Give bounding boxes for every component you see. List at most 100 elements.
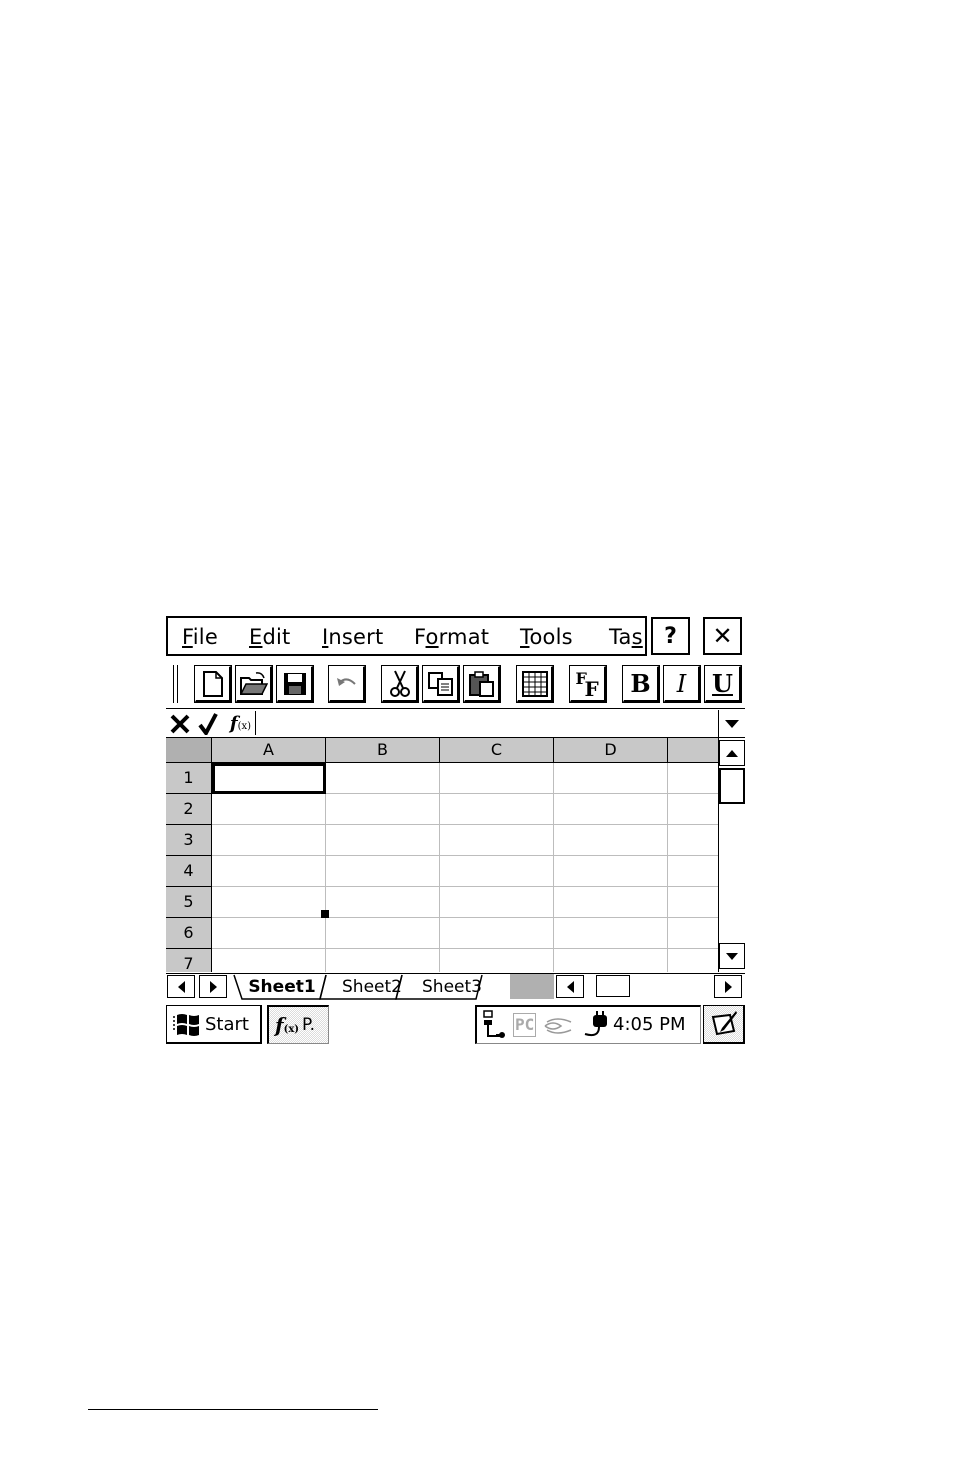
column-header-d[interactable]: D: [554, 738, 668, 763]
input-panel-button[interactable]: [703, 1005, 745, 1044]
cancel-entry-button[interactable]: [168, 710, 192, 737]
sheet-tab-sheet1[interactable]: Sheet1: [242, 975, 322, 999]
close-button[interactable]: ✕: [703, 617, 742, 655]
cell-d7[interactable]: [554, 949, 668, 972]
copy-button[interactable]: [422, 665, 460, 703]
formula-input[interactable]: [258, 711, 722, 735]
menu-format[interactable]: Format: [414, 624, 489, 650]
clock[interactable]: 4:05 PM: [613, 1014, 686, 1035]
scroll-up-button[interactable]: [719, 740, 745, 766]
cell-b5[interactable]: [326, 887, 440, 918]
cell-c4[interactable]: [440, 856, 554, 887]
infrared-icon[interactable]: [543, 1014, 575, 1038]
row-header-5[interactable]: 5: [166, 887, 212, 918]
vertical-scrollbar[interactable]: [718, 738, 745, 972]
font-button[interactable]: F F: [569, 665, 607, 703]
cell-a2[interactable]: [212, 794, 326, 825]
column-header-c[interactable]: C: [440, 738, 554, 763]
column-header-b[interactable]: B: [326, 738, 440, 763]
paste-button[interactable]: [463, 665, 501, 703]
cell-e3[interactable]: [668, 825, 718, 856]
arrow-right-icon: [724, 980, 732, 993]
row-header-2[interactable]: 2: [166, 794, 212, 825]
enter-button[interactable]: [196, 710, 220, 737]
cell-a5[interactable]: [212, 887, 326, 918]
horizontal-scroll-thumb[interactable]: [596, 975, 630, 997]
insert-function-button[interactable]: f (x): [226, 711, 256, 735]
cell-e6[interactable]: [668, 918, 718, 949]
new-button[interactable]: [194, 665, 232, 703]
horizontal-scrollbar[interactable]: [554, 974, 745, 999]
tab-scroll-right-button[interactable]: [199, 975, 227, 998]
cell-b7[interactable]: [326, 949, 440, 972]
cell-b2[interactable]: [326, 794, 440, 825]
bold-button[interactable]: B: [622, 665, 660, 703]
cut-button[interactable]: [381, 665, 419, 703]
cell-b4[interactable]: [326, 856, 440, 887]
cell-b3[interactable]: [326, 825, 440, 856]
help-button[interactable]: ?: [651, 617, 690, 655]
cell-d2[interactable]: [554, 794, 668, 825]
scroll-down-button[interactable]: [719, 943, 745, 969]
tab-scroll-left-button[interactable]: [167, 975, 195, 998]
save-icon: [283, 672, 306, 695]
save-button[interactable]: [276, 665, 314, 703]
column-header-e[interactable]: [668, 738, 718, 763]
underline-button[interactable]: U: [704, 665, 742, 703]
undo-button[interactable]: [328, 665, 366, 703]
cell-a7[interactable]: [212, 949, 326, 972]
pc-connection-icon[interactable]: PC: [513, 1013, 537, 1037]
open-folder-icon: [239, 671, 268, 695]
cell-d3[interactable]: [554, 825, 668, 856]
cell-c6[interactable]: [440, 918, 554, 949]
cell-d4[interactable]: [554, 856, 668, 887]
menu-tasks[interactable]: Tas: [609, 624, 643, 650]
cell-d6[interactable]: [554, 918, 668, 949]
cell-e2[interactable]: [668, 794, 718, 825]
scroll-left-button[interactable]: [556, 975, 584, 998]
cell-c3[interactable]: [440, 825, 554, 856]
column-header-a[interactable]: A: [212, 738, 326, 763]
sheet-tab-sheet2[interactable]: Sheet2: [332, 975, 412, 999]
cell-d1[interactable]: [554, 763, 668, 794]
cell-a3[interactable]: [212, 825, 326, 856]
cell-c2[interactable]: [440, 794, 554, 825]
row-header-1[interactable]: 1: [166, 763, 212, 794]
vertical-scroll-thumb[interactable]: [719, 768, 745, 804]
scroll-right-button[interactable]: [714, 975, 742, 998]
menu-bar: File Edit Insert Format Tools Tas: [166, 616, 647, 656]
start-button[interactable]: Start: [166, 1005, 262, 1044]
cell-a6[interactable]: [212, 918, 326, 949]
cell-b6[interactable]: [326, 918, 440, 949]
row-header-7[interactable]: 7: [166, 949, 212, 972]
menu-insert[interactable]: Insert: [322, 624, 383, 650]
taskbar-pocket-excel[interactable]: f(x) P.: [267, 1005, 329, 1044]
menu-edit[interactable]: Edit: [249, 624, 290, 650]
cell-c5[interactable]: [440, 887, 554, 918]
open-button[interactable]: [235, 665, 273, 703]
cell-a1[interactable]: [212, 763, 326, 794]
formula-dropdown-button[interactable]: [718, 710, 745, 737]
menu-tools[interactable]: Tools: [520, 624, 573, 650]
network-icon[interactable]: [481, 1010, 511, 1040]
sheet-tab-sheet3[interactable]: Sheet3: [410, 975, 494, 999]
fill-handle[interactable]: [321, 910, 329, 918]
row-header-6[interactable]: 6: [166, 918, 212, 949]
table-button[interactable]: [516, 665, 554, 703]
cell-a4[interactable]: [212, 856, 326, 887]
cell-e4[interactable]: [668, 856, 718, 887]
toolbar-grip[interactable]: [173, 665, 178, 703]
italic-button[interactable]: I: [663, 665, 701, 703]
cell-b1[interactable]: [326, 763, 440, 794]
row-header-4[interactable]: 4: [166, 856, 212, 887]
cell-c7[interactable]: [440, 949, 554, 972]
cell-e1[interactable]: [668, 763, 718, 794]
cell-e7[interactable]: [668, 949, 718, 972]
cell-c1[interactable]: [440, 763, 554, 794]
cell-e5[interactable]: [668, 887, 718, 918]
select-all-corner[interactable]: [166, 738, 212, 763]
power-plug-icon[interactable]: [581, 1010, 611, 1040]
cell-d5[interactable]: [554, 887, 668, 918]
row-header-3[interactable]: 3: [166, 825, 212, 856]
menu-file[interactable]: File: [182, 624, 218, 650]
